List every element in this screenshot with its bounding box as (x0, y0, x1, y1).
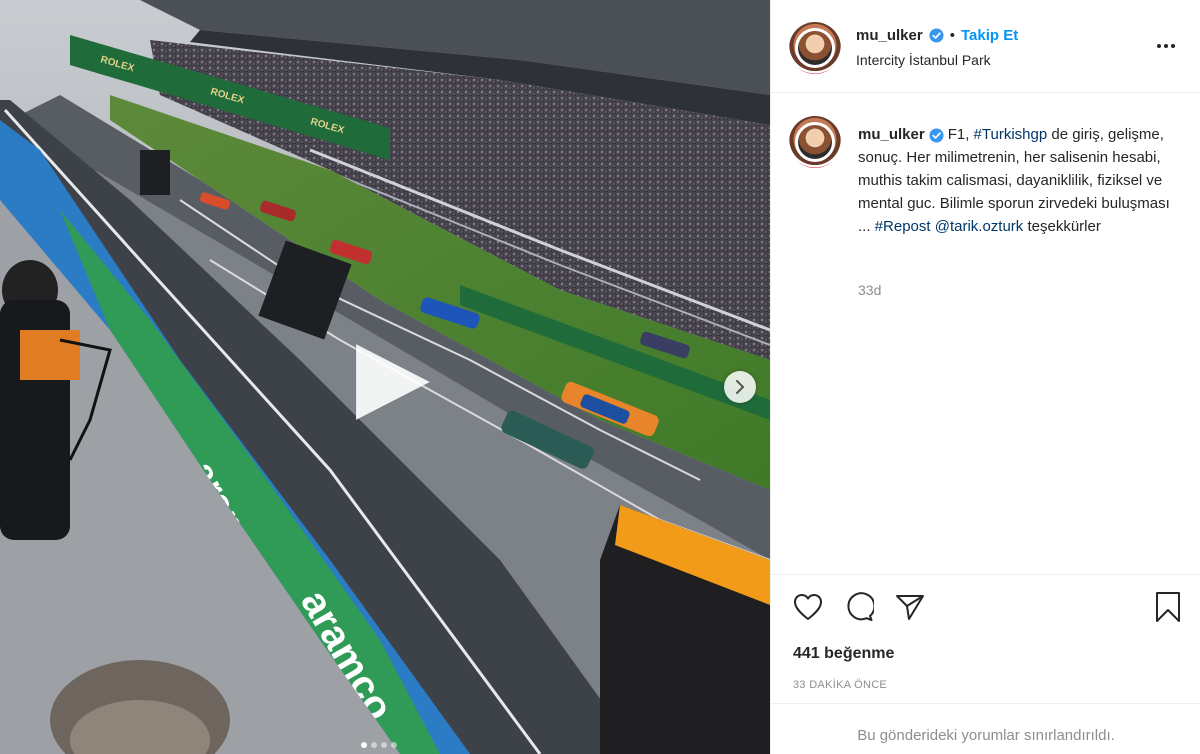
verified-badge-icon (929, 28, 944, 43)
follow-button[interactable]: Takip Et (961, 27, 1018, 44)
carousel-dot (381, 742, 387, 748)
username-link[interactable]: mu_ulker (856, 27, 923, 44)
header-user-line: mu_ulker • Takip Et (856, 27, 1018, 44)
verified-badge-icon (929, 128, 944, 143)
caption-timestamp: 33d (858, 282, 882, 298)
save-button[interactable] (1151, 590, 1185, 624)
comment-bubble-icon (847, 592, 874, 621)
paper-plane-icon (896, 595, 924, 620)
comments-restricted-notice: Bu gönderideki yorumlar sınırlandırıldı. (857, 727, 1115, 744)
carousel-dot (391, 742, 397, 748)
chevron-right-icon (736, 380, 744, 394)
hashtag-link[interactable]: #Turkishgp (974, 126, 1048, 143)
more-options-icon (1157, 44, 1161, 48)
hashtag-link[interactable]: #Repost (875, 218, 931, 235)
post-header: mu_ulker • Takip Et Intercity İstanbul P… (771, 0, 1200, 93)
mention-link[interactable]: @tarik.ozturk (935, 218, 1024, 235)
caption-username[interactable]: mu_ulker (858, 126, 925, 143)
play-icon (355, 343, 432, 421)
likes-count[interactable]: 441 beğenme (793, 645, 894, 663)
like-button[interactable] (791, 590, 825, 624)
location-link[interactable]: Intercity İstanbul Park (856, 52, 991, 68)
divider (771, 703, 1200, 704)
post-timestamp: 33 DAKİKA ÖNCE (793, 679, 888, 691)
separator-dot: • (949, 27, 955, 44)
post-media[interactable]: ROLEX ROLEX ROLEX aramco aramco (0, 0, 770, 754)
comment-button[interactable] (842, 590, 876, 624)
more-options-button[interactable] (1153, 36, 1179, 56)
avatar-image (795, 28, 835, 68)
avatar[interactable] (789, 22, 841, 74)
caption-text: teşekkürler (1023, 218, 1101, 235)
avatar-image (795, 122, 835, 162)
play-button[interactable] (350, 340, 434, 424)
post-caption: mu_ulker F1, #Turkishgp de giriş, gelişm… (858, 123, 1178, 238)
caption-text: F1, (947, 126, 974, 143)
caption-avatar[interactable] (789, 116, 841, 168)
carousel-indicator (361, 742, 397, 748)
share-button[interactable] (893, 590, 927, 624)
carousel-dot (371, 742, 377, 748)
divider (771, 574, 1200, 575)
carousel-next-button[interactable] (724, 371, 756, 403)
carousel-dot (361, 742, 367, 748)
post-details-panel: mu_ulker • Takip Et Intercity İstanbul P… (770, 0, 1200, 754)
bookmark-icon (1156, 592, 1180, 622)
heart-icon (794, 594, 822, 620)
